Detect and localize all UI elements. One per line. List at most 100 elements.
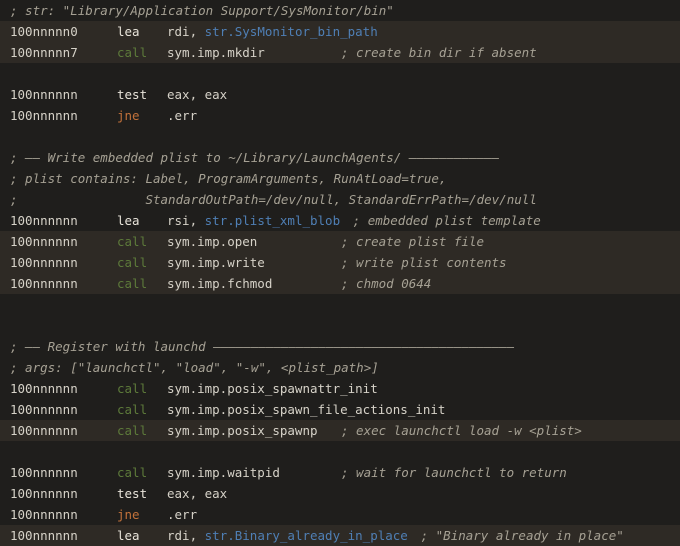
mnemonic: call bbox=[117, 381, 148, 396]
inline-comment: ; embedded plist template bbox=[352, 213, 541, 228]
instruction-line: 100nnnnnn lea rdi, str.Binary_already_in_p… bbox=[0, 525, 680, 546]
inline-comment: ; "Binary already in place" bbox=[420, 528, 624, 543]
comment-text: ; —— Write embedded plist to ~/Library/L… bbox=[10, 150, 500, 165]
address: 100nnnnnn bbox=[10, 486, 78, 501]
operand-text: sym.imp.open bbox=[167, 234, 258, 249]
operands: .err bbox=[167, 105, 197, 126]
comment-text: ; str: "Library/Application Support/SysM… bbox=[10, 3, 394, 18]
instruction-line: 100nnnnnn lea rsi, str.plist_xml_blob ; emb… bbox=[0, 210, 680, 231]
address: 100nnnnnn bbox=[10, 108, 78, 123]
string-reference: str.plist_xml_blob bbox=[204, 213, 341, 228]
mnemonic: call bbox=[117, 234, 148, 249]
address: 100nnnnnn bbox=[10, 234, 78, 249]
instruction-line: 100nnnnnn call sym.imp.posix_spawnp ; exec … bbox=[0, 420, 680, 441]
instruction-line: 100nnnnnn call sym.imp.posix_spawnattr_ini… bbox=[0, 378, 680, 399]
inline-comment: ; chmod 0644 bbox=[341, 276, 432, 291]
address: 100nnnnn7 bbox=[10, 45, 78, 60]
comment-text: ; args: ["launchctl", "load", "-w", <pli… bbox=[10, 360, 379, 375]
inline-comment: ; create plist file bbox=[341, 234, 484, 249]
comment-line: ; —— Register with launchd —————————————… bbox=[0, 336, 680, 357]
operands: sym.imp.posix_spawnp bbox=[167, 420, 318, 441]
operands: .err bbox=[167, 504, 197, 525]
operand-text: sym.imp.posix_spawn_file_actions_init bbox=[167, 402, 446, 417]
operand-text: eax, eax bbox=[167, 486, 228, 501]
comment-line: ; plist contains: Label, ProgramArgument… bbox=[0, 168, 680, 189]
mnemonic: call bbox=[117, 465, 148, 480]
comment-line: ; —— Write embedded plist to ~/Library/L… bbox=[0, 147, 680, 168]
mnemonic: call bbox=[117, 276, 148, 291]
operand-text: .err bbox=[167, 108, 198, 123]
address: 100nnnnnn bbox=[10, 465, 78, 480]
inline-comment: ; exec launchctl load -w <plist> bbox=[341, 423, 582, 438]
operands: rsi, str.plist_xml_blob bbox=[167, 210, 340, 231]
operand-text: sym.imp.posix_spawnp bbox=[167, 423, 318, 438]
mnemonic: jne bbox=[117, 507, 140, 522]
mnemonic: lea bbox=[117, 213, 140, 228]
address: 100nnnnnn bbox=[10, 255, 78, 270]
instruction-line: 100nnnnn7 call sym.imp.mkdir ; create bin d… bbox=[0, 42, 680, 63]
operands: rdi, str.Binary_already_in_place bbox=[167, 525, 408, 546]
operand-text: sym.imp.waitpid bbox=[167, 465, 280, 480]
mnemonic: call bbox=[117, 45, 148, 60]
inline-comment: ; wait for launchctl to return bbox=[341, 465, 567, 480]
operands: sym.imp.fchmod bbox=[167, 273, 272, 294]
string-reference: str.SysMonitor_bin_path bbox=[204, 24, 378, 39]
address: 100nnnnnn bbox=[10, 402, 78, 417]
instruction-line: 100nnnnnn jne .err bbox=[0, 504, 680, 525]
comment-line: ; StandardOutPath=/dev/null, StandardErr… bbox=[0, 189, 680, 210]
operands: sym.imp.posix_spawn_file_actions_init bbox=[167, 399, 445, 420]
instruction-line: 100nnnnnn call sym.imp.fchmod ; chmod 0644 bbox=[0, 273, 680, 294]
comment-text: ; —— Register with launchd —————————————… bbox=[10, 339, 515, 354]
instruction-line: 100nnnnnn jne .err bbox=[0, 105, 680, 126]
instruction-line: 100nnnnnn call sym.imp.posix_spawn_file_ac… bbox=[0, 399, 680, 420]
instruction-line: 100nnnnnn call sym.imp.open ; create plist … bbox=[0, 231, 680, 252]
address: 100nnnnnn bbox=[10, 381, 78, 396]
mnemonic: test bbox=[117, 87, 148, 102]
operands: sym.imp.mkdir bbox=[167, 42, 265, 63]
address: 100nnnnnn bbox=[10, 276, 78, 291]
comment-text: ; StandardOutPath=/dev/null, StandardErr… bbox=[10, 192, 537, 207]
address: 100nnnnnn bbox=[10, 213, 78, 228]
operands: sym.imp.write bbox=[167, 252, 265, 273]
comment-line: ; str: "Library/Application Support/SysM… bbox=[0, 0, 680, 21]
operand-text: rdi, bbox=[167, 24, 205, 39]
instruction-line: 100nnnnnn test eax, eax bbox=[0, 483, 680, 504]
instruction-line: 100nnnnnn test eax, eax bbox=[0, 84, 680, 105]
operand-text: sym.imp.posix_spawnattr_init bbox=[167, 381, 378, 396]
mnemonic: test bbox=[117, 486, 148, 501]
mnemonic: lea bbox=[117, 24, 140, 39]
comment-text: ; plist contains: Label, ProgramArgument… bbox=[10, 171, 447, 186]
inline-comment: ; create bin dir if absent bbox=[341, 45, 537, 60]
address: 100nnnnnn bbox=[10, 528, 78, 543]
inline-comment: ; write plist contents bbox=[341, 255, 507, 270]
operands: eax, eax bbox=[167, 84, 227, 105]
operands: sym.imp.waitpid bbox=[167, 462, 280, 483]
disassembly-listing: ; str: "Library/Application Support/SysM… bbox=[0, 0, 680, 546]
string-reference: str.Binary_already_in_place bbox=[204, 528, 408, 543]
operands: rdi, str.SysMonitor_bin_path bbox=[167, 21, 378, 42]
operand-text: rdi, bbox=[167, 528, 205, 543]
mnemonic: call bbox=[117, 402, 148, 417]
operand-text: rsi, bbox=[167, 213, 205, 228]
operand-text: sym.imp.mkdir bbox=[167, 45, 265, 60]
instruction-line: 100nnnnn0 lea rdi, str.SysMonitor_bin_path bbox=[0, 21, 680, 42]
operand-text: sym.imp.fchmod bbox=[167, 276, 273, 291]
mnemonic: call bbox=[117, 255, 148, 270]
instruction-line: 100nnnnnn call sym.imp.write ; write plist … bbox=[0, 252, 680, 273]
address: 100nnnnnn bbox=[10, 423, 78, 438]
operand-text: .err bbox=[167, 507, 198, 522]
address: 100nnnnnn bbox=[10, 507, 78, 522]
address: 100nnnnn0 bbox=[10, 24, 78, 39]
instruction-line: 100nnnnnn call sym.imp.waitpid ; wait for l… bbox=[0, 462, 680, 483]
operands: eax, eax bbox=[167, 483, 227, 504]
operands: sym.imp.open bbox=[167, 231, 257, 252]
address: 100nnnnnn bbox=[10, 87, 78, 102]
mnemonic: lea bbox=[117, 528, 140, 543]
comment-line: ; args: ["launchctl", "load", "-w", <pli… bbox=[0, 357, 680, 378]
operands: sym.imp.posix_spawnattr_init bbox=[167, 378, 378, 399]
